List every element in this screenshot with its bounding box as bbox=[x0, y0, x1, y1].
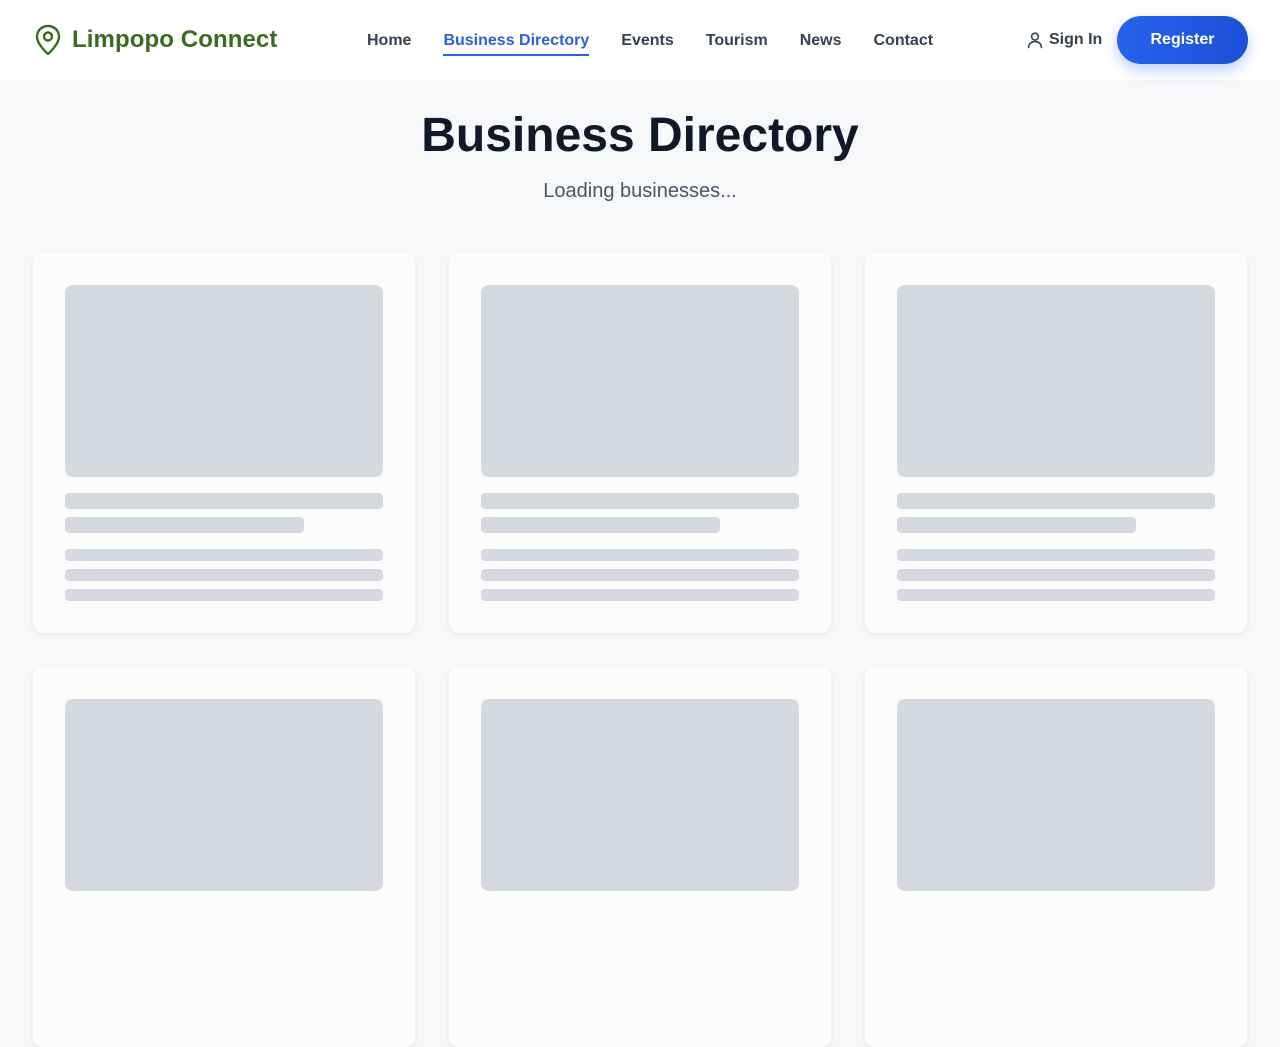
business-card-skeleton bbox=[33, 667, 415, 1047]
nav-news[interactable]: News bbox=[800, 29, 842, 53]
sign-in-label: Sign In bbox=[1049, 31, 1103, 48]
map-pin-icon bbox=[35, 24, 61, 56]
skeleton-title bbox=[481, 493, 799, 509]
site-header: Limpopo Connect Home Business Directory … bbox=[0, 0, 1280, 80]
business-card-skeleton bbox=[33, 253, 415, 633]
business-card-skeleton bbox=[449, 667, 831, 1047]
skeleton-text-line bbox=[481, 569, 799, 581]
business-card-skeleton bbox=[865, 253, 1247, 633]
skeleton-text-line bbox=[65, 589, 383, 601]
nav-business-directory[interactable]: Business Directory bbox=[443, 29, 589, 56]
skeleton-text-line bbox=[65, 569, 383, 581]
skeleton-subtitle bbox=[481, 517, 720, 533]
sign-in-link[interactable]: Sign In bbox=[1026, 28, 1102, 52]
skeleton-title bbox=[897, 493, 1215, 509]
nav-contact[interactable]: Contact bbox=[874, 29, 934, 53]
skeleton-text-line bbox=[897, 549, 1215, 561]
register-button[interactable]: Register bbox=[1117, 16, 1248, 64]
main-nav: Home Business Directory Events Tourism N… bbox=[367, 28, 965, 56]
skeleton-text-line bbox=[897, 589, 1215, 601]
nav-home[interactable]: Home bbox=[367, 29, 411, 53]
skeleton-image bbox=[481, 699, 799, 891]
brand-logo[interactable]: Limpopo Connect bbox=[34, 24, 277, 56]
skeleton-subtitle bbox=[65, 517, 304, 533]
skeleton-image bbox=[65, 699, 383, 891]
business-card-skeleton bbox=[865, 667, 1247, 1047]
business-card-skeleton bbox=[449, 253, 831, 633]
nav-events[interactable]: Events bbox=[621, 29, 673, 53]
skeleton-image bbox=[65, 285, 383, 477]
nav-tourism[interactable]: Tourism bbox=[706, 29, 768, 53]
user-icon bbox=[1027, 32, 1043, 49]
brand-name: Limpopo Connect bbox=[72, 26, 278, 53]
skeleton-image bbox=[897, 699, 1215, 891]
skeleton-text-line bbox=[481, 549, 799, 561]
skeleton-image bbox=[481, 285, 799, 477]
skeleton-subtitle bbox=[897, 517, 1136, 533]
loading-status: Loading businesses... bbox=[543, 180, 737, 202]
skeleton-image bbox=[897, 285, 1215, 477]
skeleton-title bbox=[65, 493, 383, 509]
skeleton-text-line bbox=[65, 549, 383, 561]
skeleton-text-line bbox=[897, 569, 1215, 581]
skeleton-text-line bbox=[481, 589, 799, 601]
page-title: Business Directory bbox=[421, 109, 859, 162]
